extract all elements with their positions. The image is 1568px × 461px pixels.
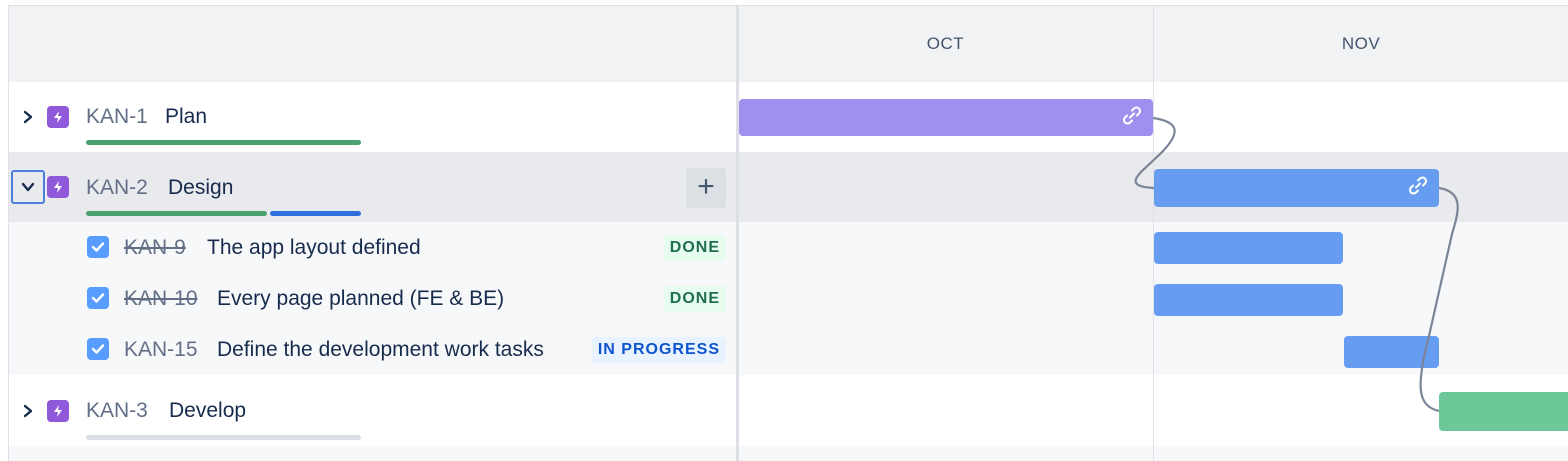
month-header-nov: NOV	[1341, 34, 1381, 53]
status-badge[interactable]: DONE	[663, 235, 726, 261]
issue-key[interactable]: KAN-3	[86, 399, 148, 423]
empty-row	[9, 446, 1568, 461]
timeline-bar-kan-10[interactable]	[1154, 284, 1343, 316]
child-row-kan-15[interactable]: KAN-15 Define the development work tasks…	[9, 324, 1568, 375]
progress-in-progress-segment	[270, 211, 361, 216]
panel-splitter[interactable]	[736, 6, 739, 461]
issue-summary[interactable]: Every page planned (FE & BE)	[217, 287, 504, 311]
progress-bar	[86, 140, 361, 145]
progress-bar	[86, 211, 361, 216]
epic-row-kan-3[interactable]: KAN-3 Develop	[9, 375, 1568, 446]
lightning-icon	[47, 176, 69, 198]
issue-summary[interactable]: Design	[168, 176, 233, 200]
link-icon[interactable]	[1121, 104, 1143, 131]
issue-key[interactable]: KAN-15	[124, 338, 198, 362]
timeline-view: OCT NOV KAN-1 Plan KAN-2 Design + KAN-9 …	[8, 5, 1568, 461]
timeline-bar-kan-15[interactable]	[1344, 336, 1439, 368]
timeline-header: OCT NOV	[9, 6, 1568, 83]
issue-summary[interactable]: Develop	[169, 399, 246, 423]
issue-summary[interactable]: Plan	[165, 105, 207, 129]
issue-summary[interactable]: Define the development work tasks	[217, 338, 544, 362]
timeline-bar-kan-2[interactable]	[1154, 169, 1439, 207]
timeline-bar-kan-1[interactable]	[739, 99, 1153, 136]
checkbox-icon	[87, 338, 109, 360]
issue-key[interactable]: KAN-1	[86, 105, 148, 129]
link-icon[interactable]	[1407, 175, 1429, 202]
plus-icon: +	[697, 170, 715, 203]
month-header-oct: OCT	[926, 34, 965, 53]
add-child-button[interactable]: +	[686, 168, 726, 208]
checkbox-icon	[87, 236, 109, 258]
timeline-bar-kan-3[interactable]	[1439, 392, 1568, 431]
chevron-down-icon[interactable]	[11, 170, 45, 204]
issue-key[interactable]: KAN-10	[124, 287, 198, 311]
lightning-icon	[47, 400, 69, 422]
progress-bar	[86, 435, 361, 440]
chevron-right-icon[interactable]	[11, 394, 45, 428]
lightning-icon	[47, 106, 69, 128]
status-badge[interactable]: IN PROGRESS	[591, 337, 726, 363]
timeline-bar-kan-9[interactable]	[1154, 232, 1343, 264]
issue-key[interactable]: KAN-2	[86, 176, 148, 200]
issue-summary[interactable]: The app layout defined	[207, 236, 421, 260]
status-badge[interactable]: DONE	[663, 286, 726, 312]
progress-done-segment	[86, 211, 267, 216]
issue-key[interactable]: KAN-9	[124, 236, 186, 260]
chevron-right-icon[interactable]	[11, 100, 45, 134]
checkbox-icon	[87, 287, 109, 309]
